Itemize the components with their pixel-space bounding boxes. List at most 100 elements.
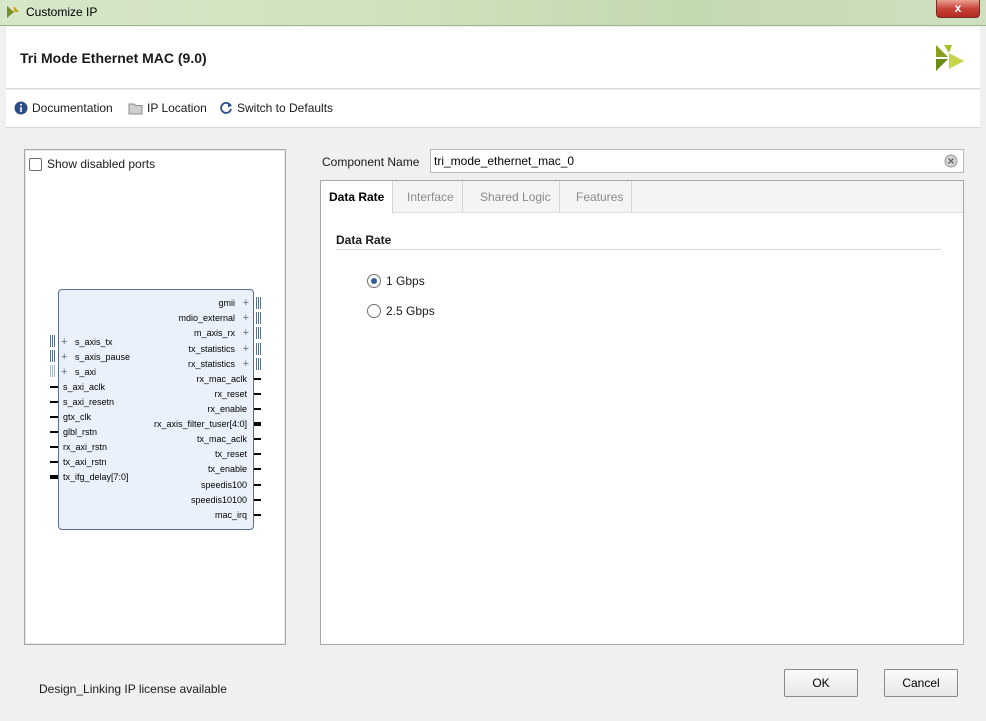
section-title: Data Rate bbox=[336, 233, 392, 247]
toolbar: Documentation IP Location Switch to Defa… bbox=[6, 90, 980, 128]
pin-line bbox=[254, 468, 261, 470]
radio-label: 1 Gbps bbox=[386, 274, 425, 288]
ip-symbol-panel: Show disabled ports + + + s_axis_tx s_ax… bbox=[24, 149, 286, 645]
pin-line bbox=[50, 461, 58, 463]
radio-label: 2.5 Gbps bbox=[386, 304, 435, 318]
pin-line bbox=[254, 499, 261, 501]
ip-symbol-block: + + + s_axis_tx s_axis_pause s_axi s_axi… bbox=[50, 289, 262, 530]
cancel-button[interactable]: Cancel bbox=[884, 669, 958, 697]
clear-input-icon[interactable] bbox=[944, 154, 958, 168]
ip-location-button[interactable]: IP Location bbox=[128, 101, 207, 115]
port-label: mac_irq bbox=[214, 510, 247, 520]
config-tabs-panel: Data Rate Interface Shared Logic Feature… bbox=[320, 180, 964, 645]
folder-icon bbox=[128, 103, 143, 114]
port-label: s_axis_pause bbox=[75, 352, 131, 362]
port-label: tx_ifg_delay[7:0] bbox=[63, 472, 129, 482]
checkbox-box[interactable] bbox=[29, 157, 42, 171]
port-label: rx_statistics bbox=[187, 359, 235, 369]
bus-marker bbox=[256, 343, 262, 355]
bus-marker bbox=[256, 297, 262, 309]
xilinx-logo-icon bbox=[936, 45, 964, 71]
port-label: speedis100 bbox=[200, 480, 247, 490]
port-label: m_axis_rx bbox=[193, 328, 235, 338]
expand-plus-icon[interactable]: + bbox=[243, 344, 249, 355]
switch-to-defaults-button[interactable]: Switch to Defaults bbox=[219, 101, 333, 115]
vivado-app-icon bbox=[7, 6, 19, 18]
expand-plus-icon[interactable]: + bbox=[61, 337, 67, 348]
pin-line bbox=[50, 446, 58, 448]
pin-line bbox=[254, 393, 261, 395]
expand-plus-icon[interactable]: + bbox=[61, 352, 67, 363]
window-close-button[interactable]: x bbox=[936, 0, 980, 18]
bus-marker bbox=[256, 358, 262, 370]
window-titlebar: Customize IP x bbox=[0, 0, 986, 26]
dialog-header: Tri Mode Ethernet MAC (9.0) bbox=[6, 27, 980, 89]
port-label: rx_reset bbox=[214, 389, 247, 399]
bus-marker bbox=[256, 312, 262, 324]
port-label: s_axis_tx bbox=[75, 337, 113, 347]
info-icon bbox=[14, 101, 28, 115]
port-label: tx_reset bbox=[214, 449, 247, 459]
pin-line bbox=[50, 401, 58, 403]
port-label: rx_mac_aclk bbox=[196, 374, 247, 384]
port-label: gtx_clk bbox=[63, 412, 92, 422]
port-label: tx_enable bbox=[207, 464, 247, 474]
window-title: Customize IP bbox=[26, 5, 98, 19]
port-label: glbl_rstn bbox=[63, 427, 98, 437]
section-divider bbox=[336, 249, 941, 250]
tab-features[interactable]: Features bbox=[568, 181, 633, 213]
pin-line bbox=[254, 422, 261, 426]
ok-button[interactable]: OK bbox=[784, 669, 858, 697]
bus-marker bbox=[50, 365, 56, 377]
port-label: s_axi_resetn bbox=[63, 397, 115, 407]
port-label: mdio_external bbox=[178, 313, 235, 323]
pin-line bbox=[254, 484, 261, 486]
dialog-content: Show disabled ports + + + s_axis_tx s_ax… bbox=[6, 129, 980, 721]
bus-marker bbox=[50, 335, 56, 347]
ip-title: Tri Mode Ethernet MAC (9.0) bbox=[20, 50, 207, 66]
expand-plus-icon[interactable]: + bbox=[243, 359, 249, 370]
pin-line bbox=[50, 416, 58, 418]
component-name-label: Component Name bbox=[322, 155, 420, 169]
bus-marker bbox=[50, 350, 56, 362]
documentation-button[interactable]: Documentation bbox=[14, 101, 113, 115]
port-label: tx_statistics bbox=[188, 344, 235, 354]
port-label: s_axi bbox=[75, 367, 97, 377]
port-label: s_axi_aclk bbox=[63, 382, 106, 392]
tab-shared-logic[interactable]: Shared Logic bbox=[472, 181, 560, 213]
refresh-icon bbox=[220, 102, 232, 114]
radio-button[interactable] bbox=[367, 274, 381, 288]
component-name-input[interactable] bbox=[430, 149, 964, 173]
pin-line bbox=[254, 453, 261, 455]
port-label: rx_axi_rstn bbox=[63, 442, 108, 452]
pin-line bbox=[50, 431, 58, 433]
documentation-label: Documentation bbox=[32, 101, 113, 115]
tab-bar: Data Rate Interface Shared Logic Feature… bbox=[321, 181, 963, 214]
pin-line bbox=[254, 514, 261, 516]
pin-line bbox=[254, 378, 261, 380]
show-disabled-ports-checkbox[interactable]: Show disabled ports bbox=[29, 157, 155, 171]
expand-plus-icon[interactable]: + bbox=[243, 313, 249, 324]
pin-line bbox=[50, 386, 58, 388]
pin-line bbox=[254, 438, 261, 440]
port-label: tx_axi_rstn bbox=[63, 457, 107, 467]
tab-data-rate[interactable]: Data Rate bbox=[321, 181, 394, 214]
port-label: speedis10100 bbox=[190, 495, 247, 505]
port-label: gmii bbox=[218, 298, 235, 308]
expand-plus-icon[interactable]: + bbox=[243, 328, 249, 339]
pin-line bbox=[50, 475, 58, 479]
port-label: tx_mac_aclk bbox=[196, 434, 247, 444]
bus-marker bbox=[256, 327, 262, 339]
port-label: rx_axis_filter_tuser[4:0] bbox=[153, 419, 247, 429]
ip-location-label: IP Location bbox=[147, 101, 207, 115]
tab-interface[interactable]: Interface bbox=[399, 181, 463, 213]
pin-line bbox=[254, 408, 261, 410]
port-label: rx_enable bbox=[207, 404, 247, 414]
radio-1-gbps[interactable]: 1 Gbps bbox=[367, 274, 425, 288]
expand-plus-icon[interactable]: + bbox=[243, 298, 249, 309]
radio-button[interactable] bbox=[367, 304, 381, 318]
license-status: Design_Linking IP license available bbox=[39, 682, 227, 696]
radio-2-5-gbps[interactable]: 2.5 Gbps bbox=[367, 304, 435, 318]
expand-plus-icon[interactable]: + bbox=[61, 367, 67, 378]
switch-to-defaults-label: Switch to Defaults bbox=[237, 101, 334, 115]
